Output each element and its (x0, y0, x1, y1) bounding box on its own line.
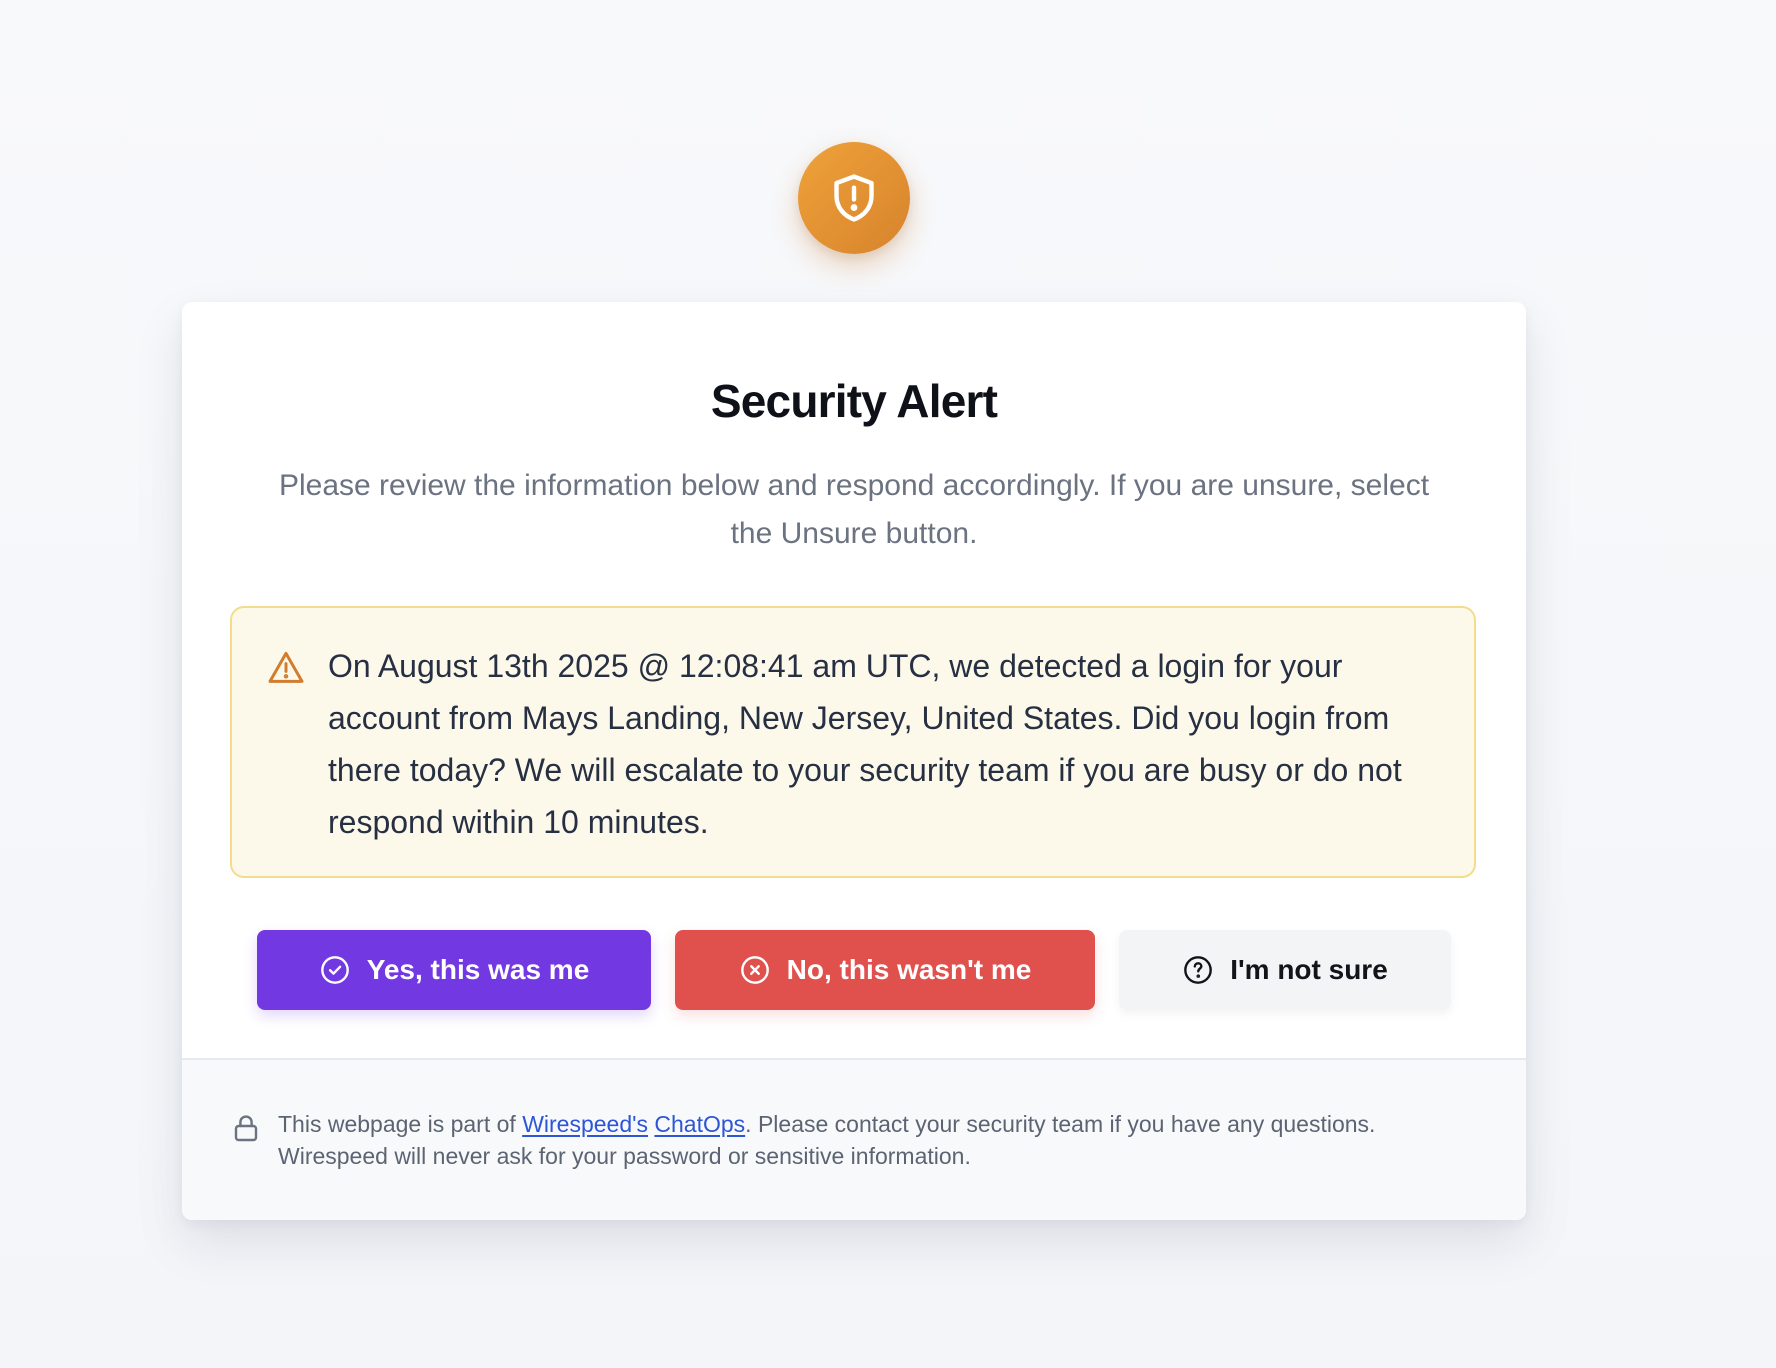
im-not-sure-button[interactable]: I'm not sure (1119, 930, 1451, 1010)
alert-message-box: On August 13th 2025 @ 12:08:41 am UTC, w… (230, 606, 1476, 878)
page-subtitle: Please review the information below and … (278, 469, 1430, 550)
no-button-label: No, this wasn't me (786, 954, 1032, 985)
shield-badge (798, 142, 910, 254)
check-circle-icon (320, 956, 349, 984)
unsure-button-label: I'm not sure (1230, 954, 1388, 985)
lock-icon (234, 1115, 258, 1142)
wirespeed-link[interactable]: Wirespeed's (522, 1111, 648, 1137)
yes-button-label: Yes, this was me (366, 954, 590, 985)
alert-message-text: On August 13th 2025 @ 12:08:41 am UTC, w… (328, 648, 1402, 840)
page-title: Security Alert (710, 375, 998, 427)
yes-this-was-me-button[interactable]: Yes, this was me (257, 930, 651, 1010)
security-alert-card: Security Alert Please review the informa… (182, 302, 1526, 1220)
card-body: Security Alert Please review the informa… (182, 302, 1526, 1058)
chatops-link[interactable]: ChatOps (654, 1111, 745, 1137)
footer-text-before: This webpage is part of (278, 1111, 523, 1137)
warning-triangle-icon (268, 651, 304, 683)
shield-exclamation-icon (834, 174, 874, 222)
no-this-wasnt-me-button[interactable]: No, this wasn't me (675, 930, 1095, 1010)
footer-notice: This webpage is part of Wirespeed's Chat… (278, 1108, 1408, 1172)
card-footer: This webpage is part of Wirespeed's Chat… (182, 1060, 1526, 1220)
x-circle-icon (740, 956, 769, 984)
question-circle-icon (1184, 956, 1213, 984)
